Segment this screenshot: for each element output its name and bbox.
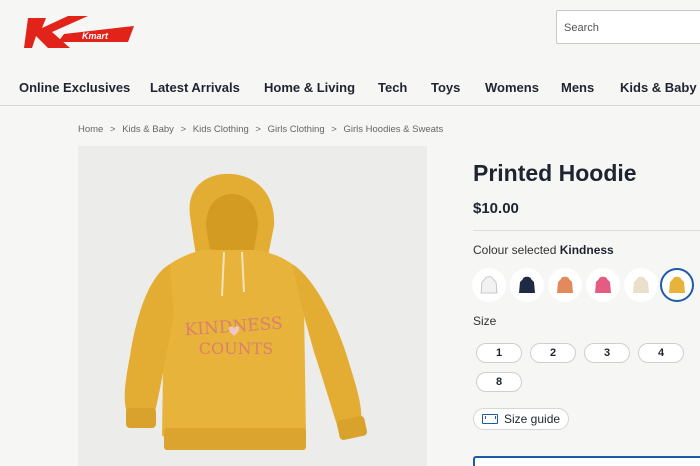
breadcrumb-separator: > [255,124,261,135]
mustard-hoodie-icon [669,276,685,293]
add-to-cart-button[interactable] [473,456,700,466]
nav-kids-baby[interactable]: Kids & Baby [620,80,697,95]
pink-hoodie-icon [595,276,611,293]
size-button-2[interactable]: 2 [530,343,576,363]
size-guide-label: Size guide [504,412,561,426]
divider [473,230,700,231]
size-label: Size [473,314,497,328]
nav-tech[interactable]: Tech [378,80,407,95]
breadcrumb: Home > Kids & Baby > Kids Clothing > Gir… [78,124,447,135]
white-hoodie-icon [480,276,498,294]
size-button-8[interactable]: 8 [476,372,522,392]
colour-label: Colour selected Kindness [473,243,614,257]
kmart-logo[interactable]: Kmart [24,12,136,50]
swatch-navy[interactable] [510,268,544,302]
product-image[interactable]: KINDNESS COUNTS [78,146,427,466]
colour-selected-name: Kindness [559,243,614,257]
navy-hoodie-icon [519,276,535,293]
hoodie-print-line2: COUNTS [199,339,273,358]
swatch-kindness-selected[interactable] [660,268,694,302]
logo-wordmark: Kmart [82,31,109,41]
site-header: Kmart Search [0,0,700,62]
hoodie-illustration: KINDNESS COUNTS [124,173,368,450]
size-button-1[interactable]: 1 [476,343,522,363]
swatch-pink[interactable] [586,268,620,302]
swatch-orange[interactable] [548,268,582,302]
cream-hoodie-icon [633,276,649,293]
nav-latest-arrivals[interactable]: Latest Arrivals [150,80,240,95]
nav-toys[interactable]: Toys [431,80,460,95]
nav-mens[interactable]: Mens [561,80,594,95]
breadcrumb-girls-hoodies[interactable]: Girls Hoodies & Sweats [343,124,443,135]
breadcrumb-separator: > [109,124,116,135]
breadcrumb-separator: > [331,124,337,135]
search-input[interactable]: Search [556,10,700,44]
size-button-3[interactable]: 3 [584,343,630,363]
swatch-white[interactable] [472,268,506,302]
size-guide-button[interactable]: Size guide [473,408,569,430]
breadcrumb-kids-baby[interactable]: Kids & Baby [122,124,174,135]
ruler-icon [482,414,498,424]
search-placeholder: Search [564,22,599,34]
nav-womens[interactable]: Womens [485,80,539,95]
swatch-cream[interactable] [624,268,658,302]
product-title: Printed Hoodie [473,160,637,186]
size-button-4[interactable]: 4 [638,343,684,363]
breadcrumb-home[interactable]: Home [78,124,103,135]
breadcrumb-kids-clothing[interactable]: Kids Clothing [193,124,249,135]
nav-online-exclusives[interactable]: Online Exclusives [19,80,130,95]
product-price: $10.00 [473,200,519,217]
orange-hoodie-icon [557,276,573,293]
breadcrumb-separator: > [180,124,187,135]
breadcrumb-girls-clothing[interactable]: Girls Clothing [268,124,325,135]
colour-prefix: Colour selected [473,243,560,257]
nav-home-living[interactable]: Home & Living [264,80,355,95]
main-nav: Online Exclusives Latest Arrivals Home &… [0,72,700,106]
